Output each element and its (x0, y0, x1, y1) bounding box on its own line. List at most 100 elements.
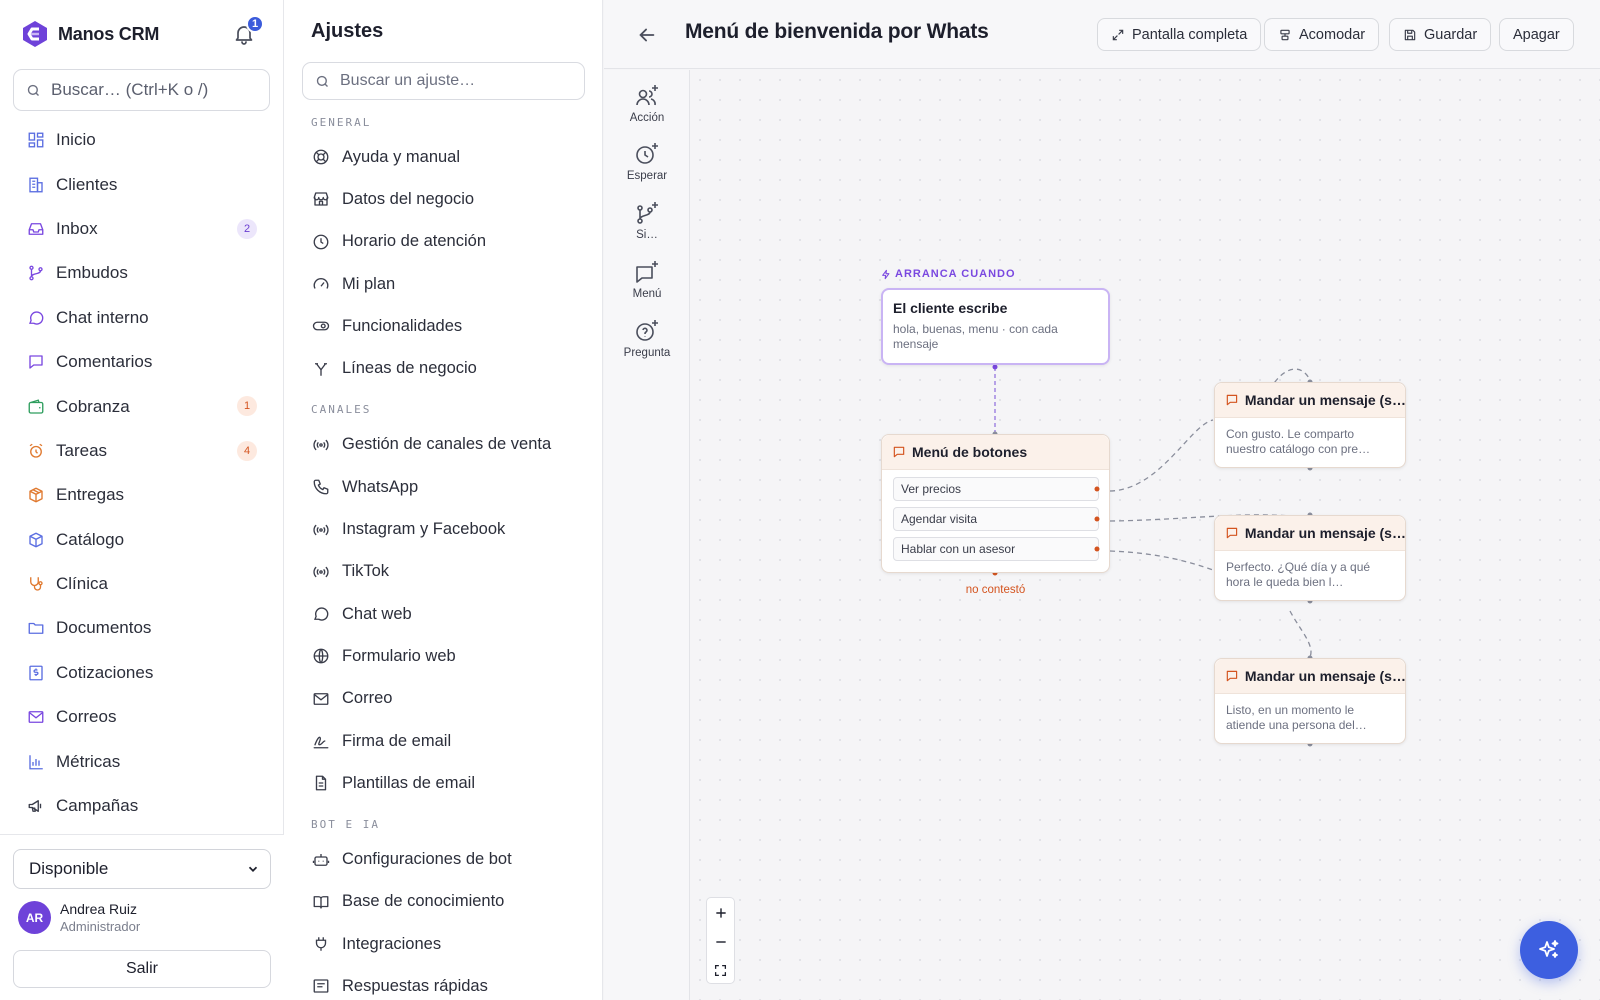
option-port-dot[interactable] (1094, 546, 1100, 552)
sidebar-item-correos[interactable]: Correos (13, 695, 271, 739)
trigger-node[interactable]: El cliente escribe hola, buenas, menu · … (881, 288, 1110, 365)
settings-item-formulario-web[interactable]: Formulario web (302, 635, 592, 677)
sidebar-item-inicio[interactable]: Inicio (13, 118, 271, 162)
flow-canvas[interactable]: ARRANCA CUANDO El cliente escribe hola, … (690, 70, 1600, 1000)
settings-item-base-conocimiento[interactable]: Base de conocimiento (302, 881, 592, 923)
sidebar-item-clinica[interactable]: Clínica (13, 562, 271, 606)
search-input[interactable] (51, 80, 251, 100)
flow-title[interactable]: Menú de bienvenida por WhatsApp (685, 20, 989, 44)
sidebar-item-cotizaciones[interactable]: Cotizaciones (13, 651, 271, 695)
signature-icon (311, 731, 331, 751)
plus-icon (715, 907, 726, 918)
sidebar-item-campanas[interactable]: Campañas (13, 784, 271, 828)
settings-item-datos-negocio[interactable]: Datos del negocio (302, 178, 592, 220)
package-icon (26, 485, 46, 505)
editor-toolbar: Menú de bienvenida por WhatsApp Pantalla… (604, 0, 1600, 69)
notification-badge: 1 (246, 15, 264, 33)
settings-item-label: Firma de email (342, 731, 452, 750)
user-role: Administrador (60, 919, 141, 934)
settings-item-mi-plan[interactable]: Mi plan (302, 263, 592, 305)
sidebar-item-entregas[interactable]: Entregas (13, 473, 271, 517)
settings-panel: Ajustes GENERAL Ayuda y manual Datos del… (284, 0, 603, 1000)
count-badge: 1 (237, 396, 257, 417)
message-node[interactable]: Mandar un mensaje (s… Perfecto. ¿Qué día… (1214, 515, 1406, 601)
palette-label: Esperar (626, 170, 668, 182)
count-badge: 4 (237, 440, 257, 461)
message-node-body: Listo, en un momento le atiende una pers… (1226, 703, 1367, 732)
palette-label: Acción (629, 112, 665, 124)
settings-item-funcionalidades[interactable]: Funcionalidades (302, 305, 592, 347)
settings-item-label: Base de conocimiento (342, 892, 505, 911)
settings-item-whatsapp[interactable]: WhatsApp (302, 466, 592, 508)
arrange-button[interactable]: Acomodar (1264, 18, 1380, 51)
broadcast-icon (311, 435, 331, 455)
settings-item-chat-web[interactable]: Chat web (302, 593, 592, 635)
sidebar-item-label: Correos (56, 707, 117, 727)
palette-wait[interactable]: Esperar (604, 141, 690, 193)
settings-item-respuestas-rapidas[interactable]: Respuestas rápidas (302, 965, 592, 1000)
zoom-out-button[interactable] (707, 927, 734, 956)
settings-title: Ajustes (311, 20, 384, 42)
count-badge: 2 (237, 218, 257, 239)
arrow-left-icon[interactable] (636, 24, 658, 46)
user-profile[interactable]: AR Andrea Ruiz Administrador (18, 901, 140, 934)
logo-icon (23, 21, 47, 47)
palette-question[interactable]: Pregunta (604, 318, 690, 370)
settings-item-integraciones[interactable]: Integraciones (302, 923, 592, 965)
fullscreen-button[interactable]: Pantalla completa (1097, 18, 1262, 51)
megaphone-icon (26, 796, 46, 816)
settings-item-tiktok[interactable]: TikTok (302, 551, 592, 593)
sidebar-item-clientes[interactable]: Clientes (13, 162, 271, 206)
menu-node[interactable]: Menú de botones Ver precios Agendar visi… (881, 434, 1110, 573)
settings-item-config-bot[interactable]: Configuraciones de bot (302, 838, 592, 880)
sidebar-item-cobranza[interactable]: Cobranza 1 (13, 384, 271, 428)
sidebar-item-catalogo[interactable]: Catálogo (13, 518, 271, 562)
sidebar-item-chat-interno[interactable]: Chat interno (13, 296, 271, 340)
settings-item-label: Instagram y Facebook (342, 520, 506, 539)
section-label-canales: CANALES (311, 403, 372, 417)
turn-off-button[interactable]: Apagar (1499, 18, 1574, 51)
palette-condition[interactable]: Si… (604, 200, 690, 252)
sidebar-nav: Inicio Clientes Inbox 2 Embudos Chat int… (13, 118, 271, 828)
availability-select[interactable]: Disponible (13, 849, 271, 889)
settings-item-plantillas-email[interactable]: Plantillas de email (302, 762, 592, 804)
global-search[interactable] (13, 69, 270, 111)
settings-item-horario[interactable]: Horario de atención (302, 221, 592, 263)
zoom-in-button[interactable] (707, 898, 734, 927)
settings-item-instagram-facebook[interactable]: Instagram y Facebook (302, 508, 592, 550)
sidebar-item-documentos[interactable]: Documentos (13, 606, 271, 650)
sidebar-item-inbox[interactable]: Inbox 2 (13, 207, 271, 251)
fit-view-icon (714, 964, 727, 977)
sidebar-item-embudos[interactable]: Embudos (13, 251, 271, 295)
settings-item-correo[interactable]: Correo (302, 678, 592, 720)
settings-item-lineas-negocio[interactable]: Líneas de negocio (302, 347, 592, 389)
broadcast-icon (311, 562, 331, 582)
clock-icon (311, 232, 331, 252)
message-node[interactable]: Mandar un mensaje (s… Listo, en un momen… (1214, 658, 1406, 744)
palette-action[interactable]: Acción (604, 83, 690, 135)
sidebar-item-tareas[interactable]: Tareas 4 (13, 429, 271, 473)
option-port-dot[interactable] (1094, 486, 1100, 492)
logout-button[interactable]: Salir (13, 950, 271, 988)
section-label-bot: BOT E IA (311, 817, 380, 831)
message-node[interactable]: Mandar un mensaje (s… Con gusto. Le comp… (1214, 382, 1406, 468)
option-port-dot[interactable] (1094, 516, 1100, 522)
settings-item-canales-venta[interactable]: Gestión de canales de venta (302, 424, 592, 466)
brand[interactable]: Manos CRM (22, 18, 159, 50)
ai-assistant-button[interactable] (1520, 921, 1578, 979)
menu-option[interactable]: Ver precios (893, 477, 1099, 501)
fit-view-button[interactable] (707, 956, 734, 985)
sidebar-item-comentarios[interactable]: Comentarios (13, 340, 271, 384)
menu-option[interactable]: Agendar visita (893, 507, 1099, 531)
settings-item-firma-email[interactable]: Firma de email (302, 720, 592, 762)
grid-icon (26, 130, 46, 150)
save-button[interactable]: Guardar (1389, 18, 1492, 51)
menu-option[interactable]: Hablar con un asesor (893, 537, 1099, 561)
sidebar-item-metricas[interactable]: Métricas (13, 739, 271, 783)
mail-icon (26, 707, 46, 727)
settings-item-ayuda[interactable]: Ayuda y manual (302, 136, 592, 178)
save-icon (1404, 29, 1416, 40)
settings-search-input[interactable] (340, 72, 570, 90)
palette-menu[interactable]: Menú (604, 259, 690, 311)
settings-search[interactable] (302, 62, 585, 100)
